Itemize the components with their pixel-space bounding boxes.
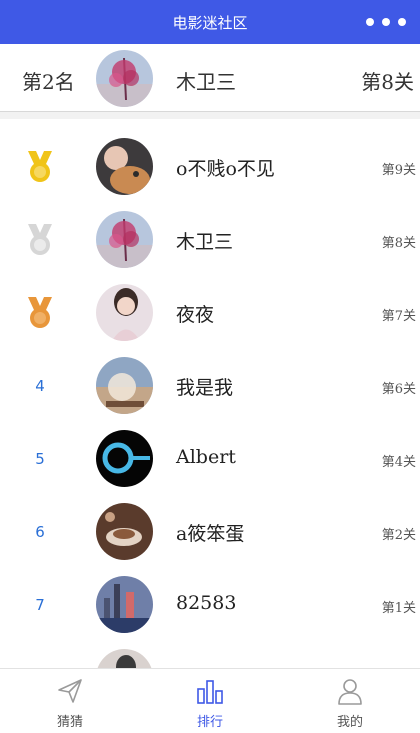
avatar [96, 211, 153, 268]
list-item[interactable]: 夜夜 第7关 [0, 276, 420, 349]
avatar [96, 503, 153, 560]
user-name: 82583 [176, 592, 237, 614]
user-name: 夜夜 [176, 304, 215, 326]
user-name: a筱笨蛋 [176, 523, 245, 545]
my-avatar [96, 50, 153, 107]
user-level: 第4关 [381, 455, 416, 470]
bar-chart-icon [197, 680, 223, 704]
user-level: 第7关 [381, 309, 416, 324]
list-item[interactable]: 7 82583 第1关 [0, 568, 420, 641]
rank-number: 7 [35, 595, 45, 614]
rank-number: 5 [35, 449, 45, 468]
tab-mine[interactable]: 我的 [280, 669, 420, 733]
user-level: 第6关 [381, 382, 416, 397]
leaderboard-list[interactable]: o不贱o不见 第9关 木卫三 第8关 夜夜 第7关 4 我是我 第6关 5 Al… [0, 119, 420, 668]
section-divider [0, 112, 420, 119]
app-title: 电影迷社区 [172, 14, 248, 32]
my-level: 第8关 [361, 70, 414, 94]
more-dots-icon[interactable] [366, 12, 406, 32]
list-item[interactable]: 4 我是我 第6关 [0, 349, 420, 422]
list-item[interactable]: 5 Albert 第4关 [0, 422, 420, 495]
tab-mine-label: 我的 [336, 715, 363, 730]
user-level: 第9关 [381, 163, 416, 178]
my-rank-card: 第2名 木卫三 第8关 [0, 44, 420, 112]
user-icon [338, 679, 362, 705]
avatar [96, 430, 153, 487]
rank-cell [20, 130, 60, 203]
gold-medal-icon [28, 150, 52, 182]
list-item[interactable]: 6 a筱笨蛋 第2关 [0, 495, 420, 568]
user-level: 第8关 [381, 236, 416, 251]
my-name: 木卫三 [176, 70, 236, 94]
user-level: 第2关 [381, 528, 416, 543]
rank-cell [20, 203, 60, 276]
rank-number: 6 [35, 522, 45, 541]
rank-cell [20, 276, 60, 349]
list-item[interactable]: 木卫三 第8关 [0, 203, 420, 276]
my-rank-label: 第2名 [22, 70, 75, 94]
tab-guess[interactable]: 猜猜 [0, 669, 140, 733]
avatar [96, 284, 153, 341]
paper-plane-icon [58, 679, 82, 703]
avatar [96, 357, 153, 414]
silver-medal-icon [28, 223, 52, 255]
list-item[interactable] [0, 641, 420, 668]
top-app-bar: 电影迷社区 [0, 0, 420, 44]
tab-ranking[interactable]: 排行 [140, 669, 280, 733]
avatar [96, 576, 153, 633]
rank-cell: 7 [20, 568, 60, 641]
tab-ranking-label: 排行 [196, 715, 223, 730]
user-name: 木卫三 [176, 231, 234, 253]
list-item[interactable]: o不贱o不见 第9关 [0, 130, 420, 203]
tab-guess-label: 猜猜 [56, 715, 83, 730]
rank-number: 4 [35, 376, 45, 395]
bottom-tab-bar: 猜猜 排行 我的 [0, 668, 420, 733]
user-name: Albert [176, 446, 236, 468]
avatar [96, 138, 153, 195]
rank-cell: 6 [20, 495, 60, 568]
bronze-medal-icon [28, 296, 52, 328]
rank-cell: 4 [20, 349, 60, 422]
rank-cell: 5 [20, 422, 60, 495]
user-level: 第1关 [381, 601, 416, 616]
avatar [96, 649, 153, 668]
user-name: 我是我 [176, 377, 234, 399]
user-name: o不贱o不见 [176, 158, 275, 180]
